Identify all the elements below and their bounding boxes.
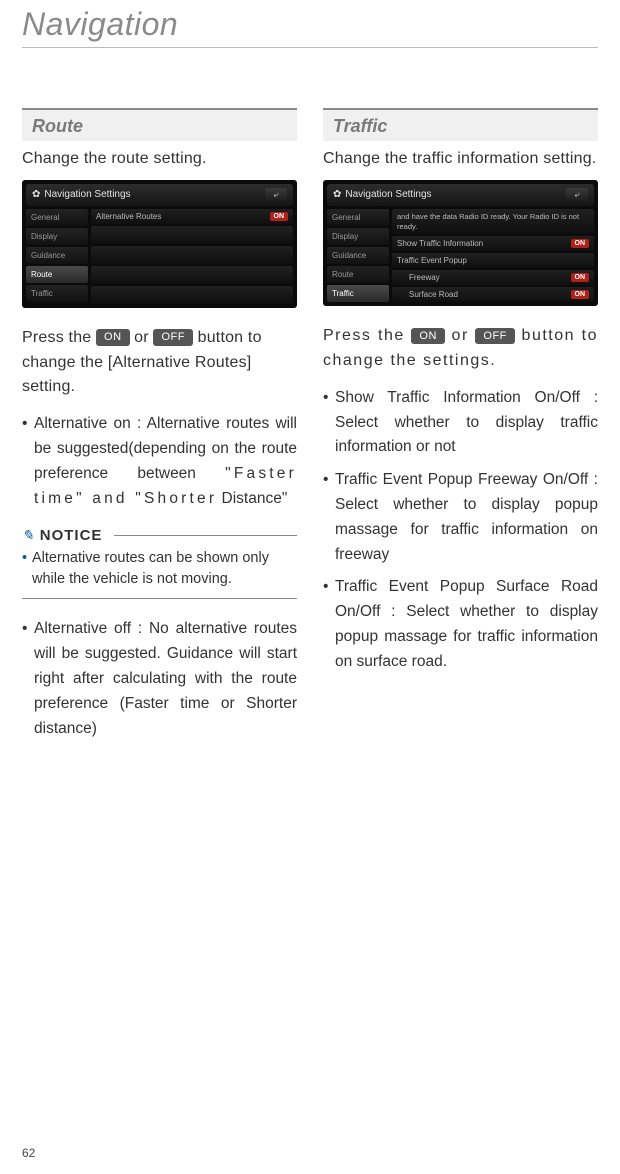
tab-traffic: Traffic: [26, 285, 88, 302]
tab-route: Route: [26, 266, 88, 283]
right-column: Traffic Change the traffic information s…: [323, 108, 598, 749]
screenshot-title: Navigation Settings: [345, 189, 431, 200]
row-traffic-popup: Traffic Event Popup: [392, 253, 594, 268]
traffic-intro: Change the traffic information setting.: [323, 147, 598, 172]
row-empty: [91, 266, 293, 284]
row-label: Traffic Event Popup: [397, 256, 467, 265]
text-fragment: Press the: [323, 327, 411, 344]
content-columns: Route Change the route setting. ✿ Naviga…: [22, 108, 598, 749]
tab-guidance: Guidance: [327, 247, 389, 264]
bullet-show-traffic: Show Traffic Information On/Off : Select…: [323, 386, 598, 460]
row-freeway: Freeway ON: [392, 270, 594, 285]
tab-general: General: [26, 209, 88, 226]
bullet-popup-surface: Traffic Event Popup Surface Road On/Off …: [323, 575, 598, 674]
page-number: 62: [22, 1146, 35, 1160]
notice-label: NOTICE: [40, 527, 103, 544]
row-radio-id-text: and have the data Radio ID ready. Your R…: [392, 209, 594, 235]
screenshot-sidebar: General Display Guidance Route Traffic: [327, 209, 389, 303]
screenshot-title-bar: ✿ Navigation Settings: [333, 189, 432, 200]
notice-header: ✎ NOTICE: [22, 527, 297, 544]
traffic-heading: Traffic: [323, 108, 598, 141]
row-surface-road: Surface Road ON: [392, 287, 594, 302]
gear-icon: ✿: [32, 189, 40, 200]
tab-display: Display: [327, 228, 389, 245]
tab-display: Display: [26, 228, 88, 245]
screenshot-title: Navigation Settings: [44, 189, 130, 200]
toggle-on-icon: ON: [571, 290, 590, 299]
bullet-popup-freeway: Traffic Event Popup Freeway On/Off : Sel…: [323, 468, 598, 567]
bullet-alternative-on: Alternative on : Alternative routes will…: [22, 412, 297, 511]
row-empty: [91, 226, 293, 244]
row-show-traffic: Show Traffic Information ON: [392, 236, 594, 251]
bullet-alternative-off: Alternative off : No alternative routes …: [22, 617, 297, 741]
traffic-press-instruction: Press the ON or OFF button to change the…: [323, 324, 598, 374]
back-icon: ⤶: [265, 188, 287, 202]
notice-rule: [114, 535, 297, 536]
row-alternative-routes: Alternative Routes ON: [91, 209, 293, 224]
tab-guidance: Guidance: [26, 247, 88, 264]
row-label: Show Traffic Information: [397, 239, 483, 248]
on-button: ON: [96, 329, 130, 345]
toggle-on-icon: ON: [571, 273, 590, 282]
row-empty: [91, 246, 293, 264]
row-label: Surface Road: [397, 290, 458, 299]
on-button: ON: [411, 328, 445, 344]
row-label: Freeway: [397, 273, 440, 282]
notice-icon: ✎: [22, 527, 34, 544]
tab-general: General: [327, 209, 389, 226]
row-label: Alternative Routes: [96, 212, 161, 221]
traffic-screenshot: ✿ Navigation Settings ⤶ General Display …: [323, 180, 598, 307]
off-button: OFF: [153, 329, 193, 345]
route-intro: Change the route setting.: [22, 147, 297, 172]
text-fragment: Press the: [22, 329, 96, 346]
tab-route: Route: [327, 266, 389, 283]
row-empty: [91, 286, 293, 304]
gear-icon: ✿: [333, 189, 341, 200]
tab-traffic: Traffic: [327, 285, 389, 302]
notice-body: Alternative routes can be shown only whi…: [22, 548, 297, 599]
back-icon: ⤶: [566, 188, 588, 202]
route-press-instruction: Press the ON or OFF button to change the…: [22, 326, 297, 400]
screenshot-sidebar: General Display Guidance Route Traffic: [26, 209, 88, 304]
toggle-on-icon: ON: [571, 239, 590, 248]
screenshot-title-bar: ✿ Navigation Settings: [32, 189, 131, 200]
off-button: OFF: [475, 328, 515, 344]
toggle-on-icon: ON: [270, 212, 289, 221]
page-title: Navigation: [22, 0, 598, 48]
route-screenshot: ✿ Navigation Settings ⤶ General Display …: [22, 180, 297, 308]
text-fragment: or: [445, 327, 476, 344]
text-fragment: Distance": [217, 490, 287, 507]
route-heading: Route: [22, 108, 297, 141]
left-column: Route Change the route setting. ✿ Naviga…: [22, 108, 297, 749]
text-fragment: or: [130, 329, 154, 346]
